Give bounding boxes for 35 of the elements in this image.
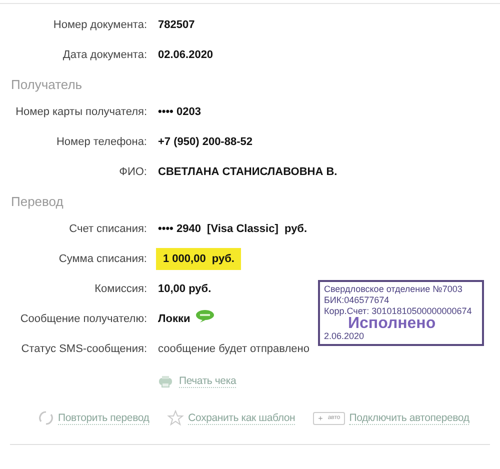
field-label: Сумма списания: xyxy=(58,253,147,265)
printer-icon xyxy=(158,375,173,388)
field-label: Статус SMS-сообщения: xyxy=(20,343,147,355)
section-heading: Получатель xyxy=(10,76,84,94)
field-value: 782507 xyxy=(158,19,195,31)
section-heading: Перевод xyxy=(10,193,64,211)
action-link[interactable]: Повторить перевод xyxy=(58,412,150,424)
stamp-text: Свердловское отделение №7003 xyxy=(324,284,464,295)
field-label: ФИО: xyxy=(118,166,147,178)
refresh-icon xyxy=(38,410,54,426)
field-value: +7 (950) 200-88-52 xyxy=(158,136,252,148)
field-value: 02.06.2020 xyxy=(158,49,214,61)
amount-value: 1 000,00 руб. xyxy=(156,248,242,270)
field-value: сообщение будет отправлено xyxy=(158,343,310,355)
field-value: Локки xyxy=(158,313,190,325)
field-value: СВЕТЛАНА СТАНИСЛАВОВНА В. xyxy=(158,166,338,178)
field-label: Комиссия: xyxy=(94,283,147,295)
field-value: 10,00 руб. xyxy=(158,283,212,295)
field-label: Номер телефона: xyxy=(55,136,147,148)
action-link[interactable]: Подключить автоперевод xyxy=(349,412,470,424)
action-link[interactable]: Сохранить как шаблон xyxy=(188,412,296,424)
field-value: •••• 0203 xyxy=(158,106,201,118)
stamp-date: 2.06.2020 xyxy=(324,331,366,342)
speech-bubble-icon xyxy=(195,309,216,323)
field-label: Номер карты получателя: xyxy=(14,106,147,118)
stamp-status: Исполнено xyxy=(348,317,437,331)
star-icon xyxy=(167,410,184,426)
print-receipt-link[interactable]: Печать чека xyxy=(179,375,236,388)
field-value: •••• 2940 [Visa Classic] руб. xyxy=(158,223,308,235)
field-label: Номер документа: xyxy=(52,19,147,31)
field-label: Сообщение получателю: xyxy=(19,313,147,325)
field-label: Счет списания: xyxy=(68,223,147,235)
stamp-text: БИК:046577674 xyxy=(324,295,390,306)
stamp-text: Корр.Счет: 30101810500000000674 xyxy=(324,306,473,317)
field-label: Дата документа: xyxy=(62,49,147,61)
